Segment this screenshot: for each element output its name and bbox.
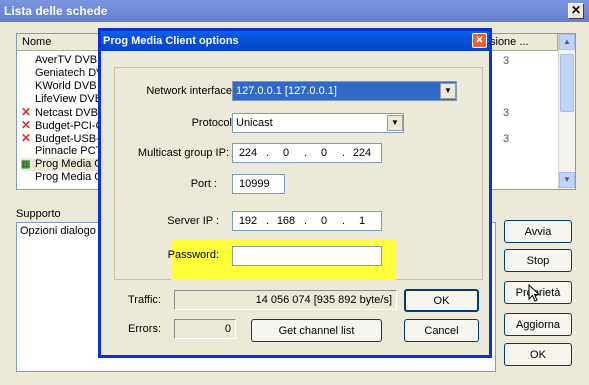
network-interface-value: 127.0.0.1 [127.0.0.1] [236, 85, 337, 97]
dialog-ok-button[interactable]: OK [404, 289, 479, 312]
traffic-value: 14 056 074 [935 892 byte/s] [174, 290, 397, 310]
avvia-button[interactable]: Avvia [504, 220, 572, 243]
ip-dot: . [304, 215, 308, 227]
list-item[interactable]: ✕ Budget-USB- [21, 131, 100, 146]
ip-dot: . [304, 147, 308, 159]
back-window-title: Lista delle schede [0, 0, 589, 22]
network-interface-select[interactable]: 127.0.0.1 [127.0.0.1] ▼ [232, 81, 457, 101]
get-channel-list-button[interactable]: Get channel list [251, 319, 382, 342]
scroll-down-icon[interactable]: ▼ [559, 172, 575, 188]
errors-value: 0 [174, 319, 236, 339]
list-item-label: KWorld DVB [35, 80, 97, 92]
list-item[interactable]: ✕ Netcast DVB [21, 106, 98, 120]
list-item[interactable]: ▦ Prog Media C [21, 158, 103, 171]
ip-dot: . [266, 147, 270, 159]
client-options-dialog: Prog Media Client options ✕ Network inte… [98, 28, 492, 358]
port-value: 10999 [239, 178, 270, 190]
ip-octet: 224 [352, 147, 372, 159]
device-icon: ▦ [21, 159, 31, 170]
protocol-value: Unicast [236, 117, 273, 129]
list-item[interactable]: AverTV DVB [21, 54, 97, 67]
chevron-down-icon[interactable]: ▼ [387, 115, 403, 131]
error-icon: ✕ [21, 131, 32, 145]
ip-dot: . [266, 215, 270, 227]
network-interface-label: Network interface: [146, 85, 235, 97]
ip-octet: 0 [282, 147, 290, 159]
port-label: Port : [190, 178, 217, 190]
ip-octet: 168 [276, 215, 296, 227]
password-field[interactable] [232, 246, 382, 266]
list-item[interactable]: LifeView DVB [21, 93, 102, 106]
list-item-label: Budget-USB- [35, 133, 100, 145]
list-scrollbar[interactable]: ▲ ▼ [558, 34, 575, 189]
scroll-thumb[interactable] [560, 54, 574, 112]
list-item[interactable]: KWorld DVB [21, 80, 97, 93]
errors-label: Errors: [128, 323, 161, 335]
row-marker: 3 [503, 55, 510, 67]
settings-group: Network interface: 127.0.0.1 [127.0.0.1]… [114, 67, 483, 280]
cursor-icon [528, 284, 540, 302]
multicast-ip-field[interactable]: 224 . 0 . 0 . 224 [232, 143, 382, 163]
list-item-label: Geniatech DV [35, 67, 104, 79]
list-item[interactable]: ✕ Budget-PCI-C [21, 119, 104, 133]
list-item[interactable]: Pinnacle PCT [21, 145, 102, 158]
ip-octet: 192 [238, 215, 258, 227]
ip-octet: 1 [358, 215, 366, 227]
back-close-button[interactable]: ✕ [568, 3, 584, 19]
aggiorna-button[interactable]: Aggiorna [504, 313, 572, 336]
list-item[interactable]: Prog Media C [21, 171, 102, 184]
list-item-label: LifeView DVB [35, 93, 103, 105]
ip-dot: . [342, 147, 346, 159]
stop-button[interactable]: Stop [504, 249, 572, 272]
multicast-ip-label: Multicast group IP: [137, 147, 229, 159]
ip-octet: 0 [320, 147, 328, 159]
list-item-label: AverTV DVB [35, 54, 98, 66]
protocol-select[interactable]: Unicast ▼ [232, 113, 404, 133]
server-ip-field[interactable]: 192 . 168 . 0 . 1 [232, 211, 382, 231]
scroll-up-icon[interactable]: ▲ [559, 34, 575, 50]
server-ip-label: Server IP : [167, 215, 219, 227]
dialog-cancel-button[interactable]: Cancel [404, 319, 479, 342]
list-item-label: Pinnacle PCT [35, 145, 103, 157]
password-label: Password: [167, 249, 219, 261]
ip-octet: 0 [320, 215, 328, 227]
list-item-label: Prog Media C [35, 171, 103, 183]
ip-octet: 224 [238, 147, 258, 159]
dialog-title: Prog Media Client options [101, 31, 489, 51]
column-header-version[interactable]: sione ... [485, 34, 558, 50]
dialog-close-button[interactable]: ✕ [472, 33, 487, 48]
list-item[interactable]: Geniatech DV [21, 67, 103, 80]
port-field[interactable]: 10999 [232, 174, 285, 194]
supporto-label: Supporto [16, 208, 61, 220]
list-item-label: Netcast DVB [35, 107, 98, 119]
list-item-label: Budget-PCI-C [35, 120, 104, 132]
traffic-label: Traffic: [127, 294, 161, 306]
row-marker: 3 [503, 133, 510, 145]
chevron-down-icon[interactable]: ▼ [440, 83, 456, 99]
protocol-label: Protocol: [191, 117, 235, 129]
back-ok-button[interactable]: OK [504, 343, 572, 366]
ip-dot: . [342, 215, 346, 227]
row-marker: 3 [503, 107, 510, 119]
list-item-label: Prog Media C [35, 158, 103, 170]
